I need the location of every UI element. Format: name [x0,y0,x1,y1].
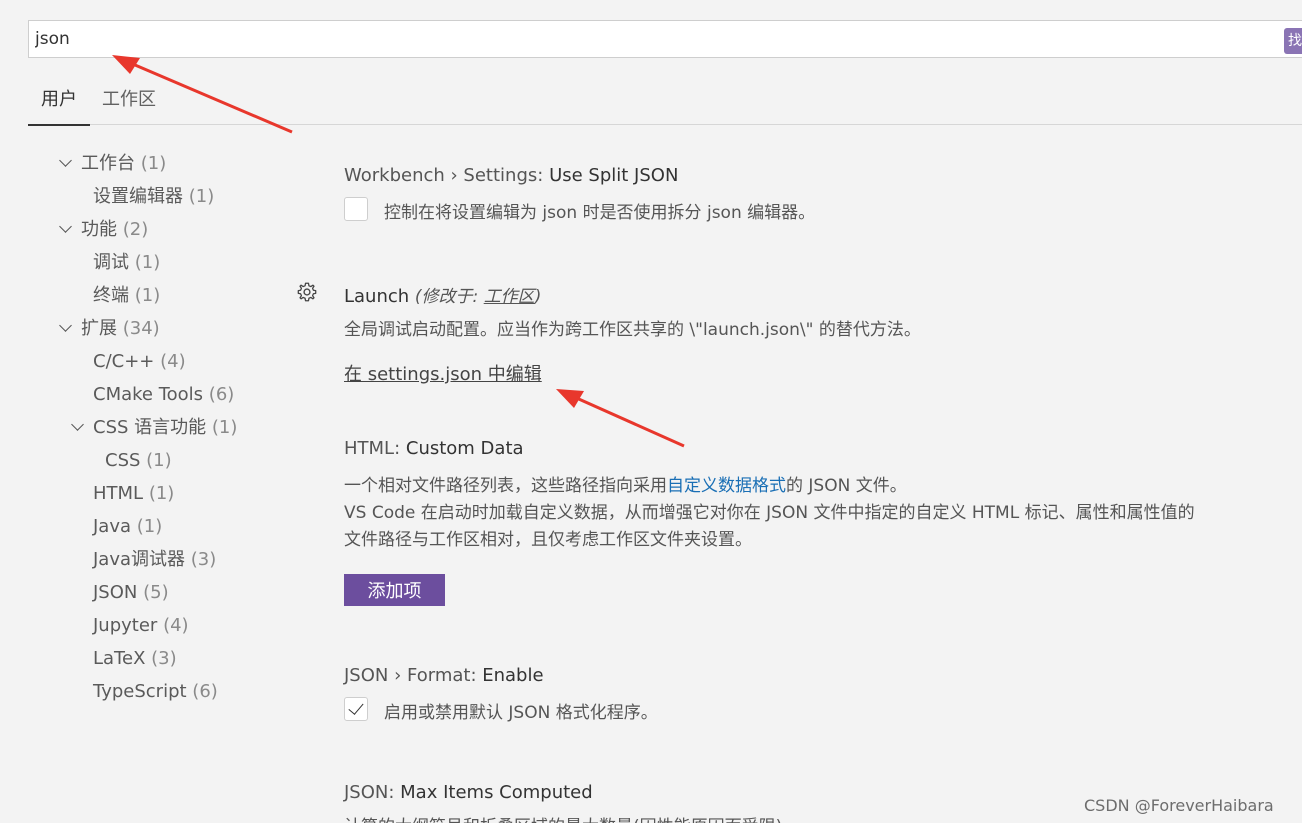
setting-title-json-format-enable: JSON › Format: Enable [344,665,544,686]
setting-title-split-json: Workbench › Settings: Use Split JSON [344,165,678,186]
toc-item-java[interactable]: Java (1) [93,513,162,541]
toc-label: Java [93,516,132,537]
modified-suffix: ) [534,287,542,307]
toc-label: TypeScript [93,681,187,702]
toc-label: CMake Tools [93,384,204,405]
toc-label: CSS [105,450,141,471]
arrow-head-icon [556,389,584,408]
toc-label: Java调试器 [93,549,186,570]
toc-item-workbench[interactable]: 工作台 (1) [81,150,166,178]
toc-item-java-debugger[interactable]: Java调试器 (3) [93,546,216,574]
setting-name: Max Items Computed [400,782,593,803]
tab-workspace[interactable]: 工作区 [102,84,162,124]
toc-label: Jupyter [93,615,158,636]
arrow-line-icon [571,394,685,448]
search-result-badge: 找 [1284,28,1302,54]
toc-label: CSS 语言功能 [93,417,207,438]
setting-category: JSON: [344,782,401,803]
toc-count: (1) [134,285,161,306]
toc-label: 终端 [93,285,129,306]
search-box[interactable] [28,20,1302,58]
desc-text: 一个相对文件路径列表，这些路径指向采用 [344,476,667,496]
setting-description: 启用或禁用默认 JSON 格式化程序。 [384,703,658,723]
toc-item-jupyter[interactable]: Jupyter (4) [93,612,189,640]
toc-label: 工作台 [81,153,135,174]
setting-category: Workbench › Settings: [344,165,550,186]
settings-editor: 找 用户 工作区 工作台 (1) 设置编辑器 (1) 功能 (2) 调试 (1)… [0,0,1302,823]
toc-label: 设置编辑器 [93,186,183,207]
toc-count: (6) [192,681,218,702]
split-json-checkbox[interactable] [344,197,368,221]
toc-item-cpp[interactable]: C/C++ (4) [93,348,186,376]
toc-count: (34) [122,318,160,339]
edit-in-settings-json-link[interactable]: 在 settings.json 中编辑 [344,360,542,386]
toc-item-html[interactable]: HTML (1) [93,480,174,508]
search-input[interactable] [35,27,1275,51]
modified-scope-link[interactable]: 工作区 [484,287,535,307]
toc-label: 功能 [81,219,117,240]
toc-count: (2) [122,219,149,240]
toc-count: (1) [134,252,161,273]
toc-count: (4) [160,351,186,372]
toc-item-cmake-tools[interactable]: CMake Tools (6) [93,381,234,409]
toc-count: (5) [143,582,169,603]
setting-title-launch: Launch (修改于: 工作区) [344,282,541,307]
toc-count: (1) [140,153,167,174]
chevron-down-icon[interactable] [59,319,72,332]
setting-description-line3: 文件路径与工作区相对，且仅考虑工作区文件夹设置。 [344,530,752,550]
toc-count: (3) [190,549,217,570]
scope-tabs: 用户 工作区 [28,84,1302,126]
setting-title-json-max-items: JSON: Max Items Computed [344,782,593,803]
setting-title-html-custom-data: HTML: Custom Data [344,438,524,459]
chevron-down-icon[interactable] [71,418,84,431]
toc-count: (1) [146,450,172,471]
toc-count: (3) [151,648,177,669]
setting-description: 控制在将设置编辑为 json 时是否使用拆分 json 编辑器。 [384,203,816,223]
modified-note: (修改于: 工作区) [415,287,541,307]
chevron-down-icon[interactable] [59,154,72,167]
toc-label: 调试 [93,252,129,273]
toc-item-extensions[interactable]: 扩展 (34) [81,315,160,343]
toc-count: (1) [211,417,238,438]
toc-label: C/C++ [93,351,155,372]
toc-count: (6) [208,384,235,405]
watermark: CSDN @ForeverHaibara [1084,796,1274,815]
toc-item-terminal[interactable]: 终端 (1) [93,282,160,310]
setting-description-line2: VS Code 在启动时加载自定义数据，从而增强它对你在 JSON 文件中指定的… [344,503,1195,523]
toc-count: (1) [188,186,215,207]
toc-label: JSON [93,582,138,603]
custom-data-format-link[interactable]: 自定义数据格式 [667,476,786,496]
chevron-down-icon[interactable] [59,220,72,233]
gear-icon[interactable] [296,281,318,303]
toc-label: 扩展 [81,318,117,339]
toc-item-settings-editor[interactable]: 设置编辑器 (1) [93,183,214,211]
toc-item-css-language[interactable]: CSS 语言功能 (1) [93,414,237,442]
setting-category: HTML: [344,438,406,459]
setting-name: Enable [482,665,544,686]
setting-category: JSON › Format: [344,665,483,686]
setting-name: Custom Data [405,438,524,459]
setting-name: Launch [344,286,410,307]
toc-count: (1) [136,516,163,537]
toc-count: (1) [148,483,175,504]
setting-description: 计算的大纲符号和折叠区域的最大数量(因性能原因而受限)。 [344,812,799,823]
check-icon [348,699,364,715]
toc-item-features[interactable]: 功能 (2) [81,216,148,244]
setting-name: Use Split JSON [549,165,679,186]
modified-prefix: (修改于: [414,287,484,307]
desc-text: 的 JSON 文件。 [786,476,907,496]
toc-item-latex[interactable]: LaTeX (3) [93,645,177,673]
setting-description: 一个相对文件路径列表，这些路径指向采用自定义数据格式的 JSON 文件。 [344,471,907,496]
add-item-button[interactable]: 添加项 [344,574,445,606]
toc-item-css[interactable]: CSS (1) [105,447,172,475]
toc-item-debug[interactable]: 调试 (1) [93,249,160,277]
json-format-checkbox[interactable] [344,697,368,721]
toc-count: (4) [163,615,189,636]
toc-item-json[interactable]: JSON (5) [93,579,169,607]
toc-item-typescript[interactable]: TypeScript (6) [93,678,218,706]
toc-label: LaTeX [93,648,146,669]
setting-description: 全局调试启动配置。应当作为跨工作区共享的 \"launch.json\" 的替代… [344,320,921,340]
toc-label: HTML [93,483,144,504]
tab-user[interactable]: 用户 [28,84,90,126]
